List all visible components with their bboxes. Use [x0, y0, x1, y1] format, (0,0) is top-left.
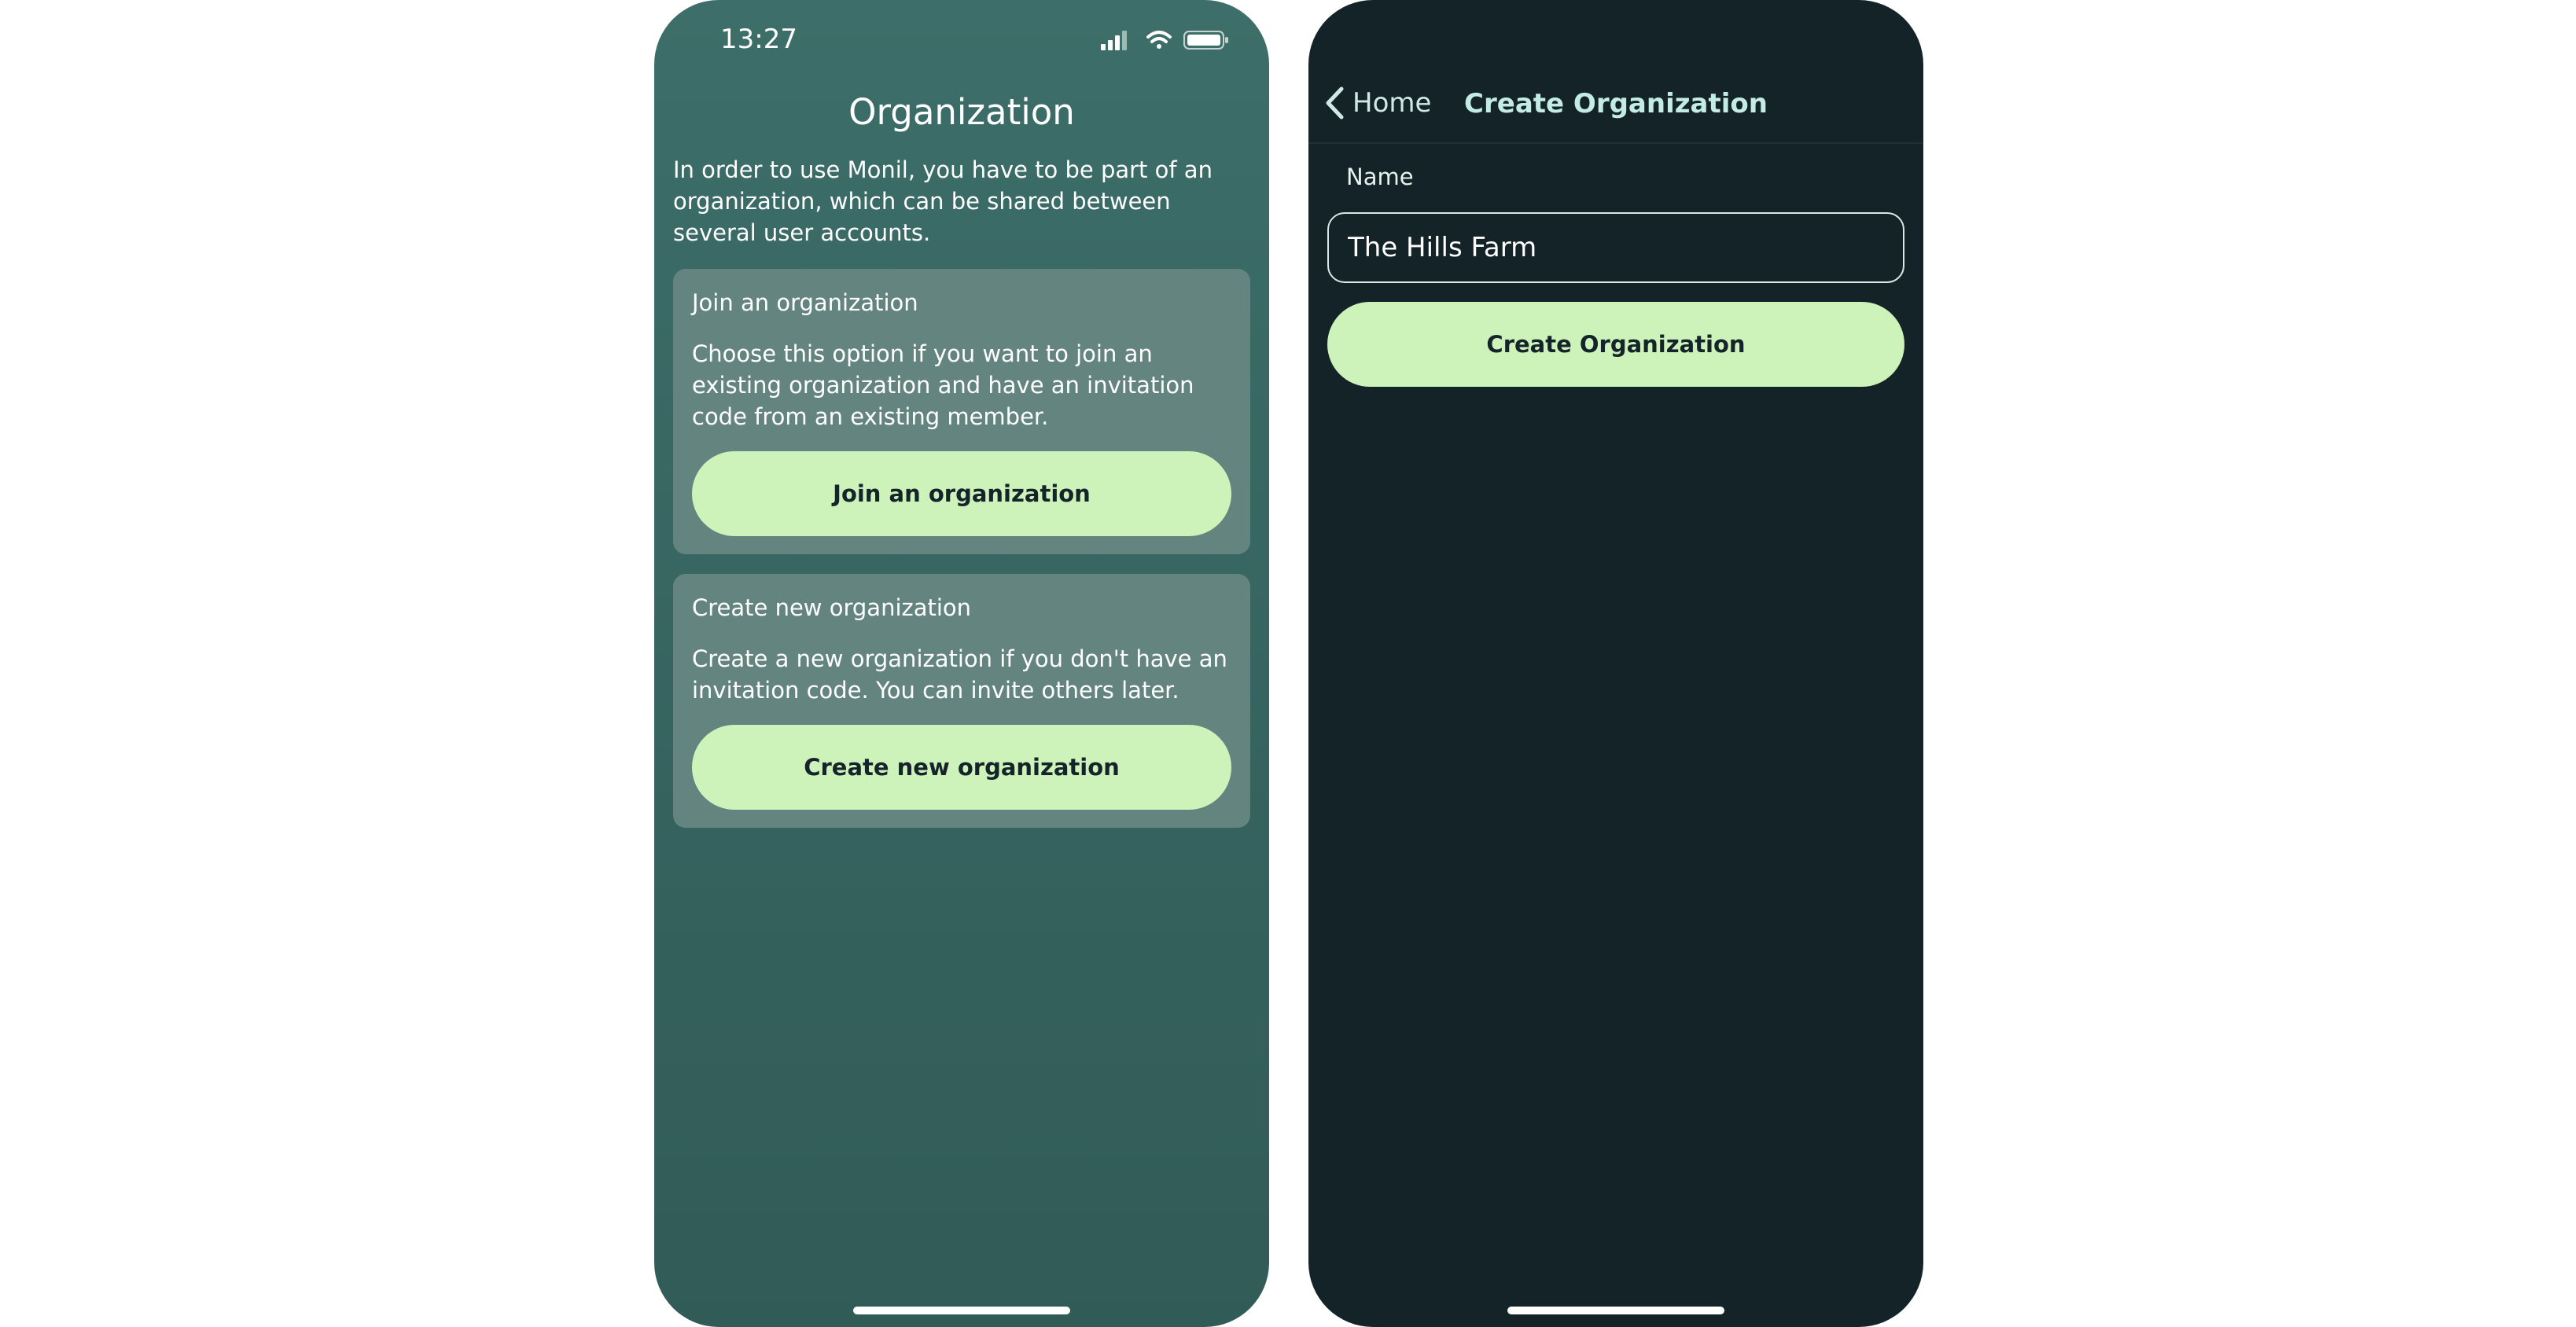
create-organization-button[interactable]: Create Organization	[1327, 302, 1904, 387]
join-card-title: Join an organization	[692, 289, 918, 316]
create-organization-card: Create new organization Create a new org…	[673, 574, 1250, 828]
signal-icon	[1101, 31, 1127, 50]
wifi-icon	[1146, 31, 1172, 49]
status-icons	[1101, 28, 1231, 52]
battery-icon	[1183, 31, 1228, 50]
join-organization-card: Join an organization Choose this option …	[673, 269, 1250, 554]
create-card-title: Create new organization	[692, 594, 972, 621]
page-title: Organization	[848, 91, 1075, 133]
intro-text: In order to use Monil, you have to be pa…	[673, 156, 1213, 246]
status-icons-svg	[1101, 31, 1228, 50]
organization-screen: 13:27 Organization In order to use Monil…	[654, 0, 1269, 1327]
create-organization-screen: Home Create Organization Name Create Org…	[1308, 0, 1923, 1327]
status-time: 13:27	[720, 24, 797, 55]
join-card-description: Choose this option if you want to join a…	[692, 340, 1194, 430]
nav-title: Create Organization	[1464, 88, 1768, 119]
create-new-organization-button[interactable]: Create new organization	[692, 725, 1231, 810]
join-organization-button[interactable]: Join an organization	[692, 451, 1231, 536]
create-card-description: Create a new organization if you don't h…	[692, 645, 1227, 704]
organization-name-input[interactable]	[1327, 212, 1904, 283]
name-field-label: Name	[1346, 164, 1414, 190]
home-indicator[interactable]	[853, 1307, 1070, 1314]
home-indicator-right[interactable]	[1507, 1307, 1724, 1314]
nav-divider	[1308, 142, 1923, 144]
